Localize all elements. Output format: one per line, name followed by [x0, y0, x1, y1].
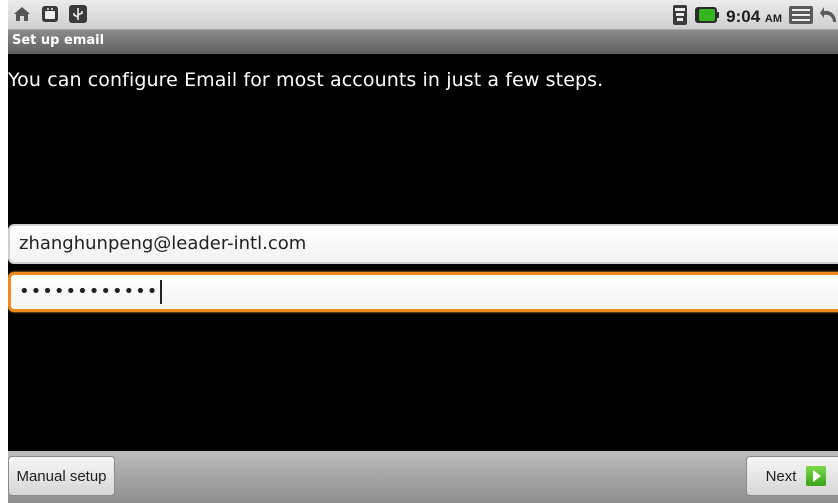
manual-setup-label: Manual setup	[16, 467, 107, 485]
next-arrow-icon	[806, 466, 827, 486]
next-button[interactable]: Next	[746, 456, 838, 496]
page-title: Set up email	[12, 33, 105, 48]
bottom-action-bar: Manual setup Next	[8, 451, 838, 503]
android-icon	[40, 4, 60, 28]
clock: 9:04 AM	[726, 7, 782, 27]
password-field[interactable]: ••••••••••••	[8, 272, 838, 312]
back-icon[interactable]	[820, 4, 838, 30]
password-value: ••••••••••••	[19, 281, 159, 302]
next-label: Next	[765, 467, 797, 485]
menu-icon[interactable]	[788, 4, 814, 30]
clock-time: 9:04	[726, 7, 761, 26]
usb-icon	[68, 4, 88, 28]
email-setup-screen: 9:04 AM Set up email You can configure E…	[8, 0, 838, 503]
signal-icon	[672, 4, 688, 30]
battery-icon	[694, 5, 720, 29]
clock-ampm: AM	[764, 13, 782, 25]
manual-setup-button[interactable]: Manual setup	[8, 456, 115, 496]
text-cursor	[160, 280, 163, 304]
title-bar: Set up email	[8, 30, 838, 54]
email-field[interactable]: zhanghunpeng@leader-intl.com	[8, 224, 838, 264]
setup-instructions: You can configure Email for most account…	[8, 69, 604, 91]
status-bar: 9:04 AM	[8, 0, 838, 30]
email-value: zhanghunpeng@leader-intl.com	[19, 233, 307, 254]
home-icon	[12, 4, 32, 28]
